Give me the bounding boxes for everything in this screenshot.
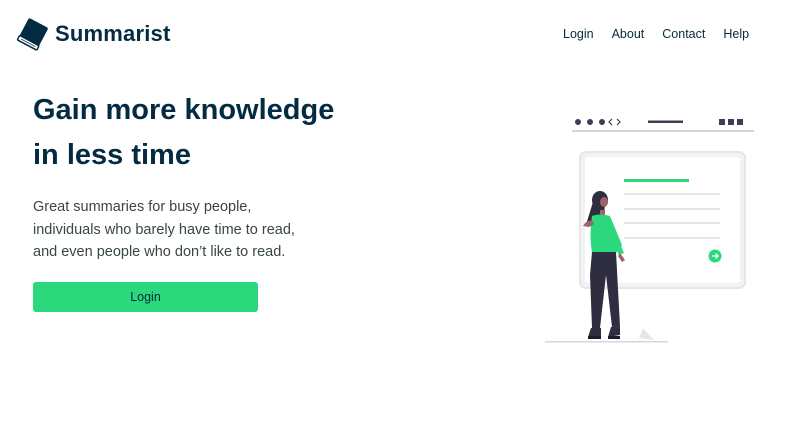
hero-title-line: Gain more knowledge — [33, 94, 335, 126]
nav-contact-link[interactable]: Contact — [662, 27, 705, 41]
hero-subtitle-line: individuals who barely have time to read… — [33, 221, 295, 238]
book-icon — [16, 18, 48, 51]
hero-subtitle-line: Great summaries for busy people, — [33, 199, 252, 215]
hero-title: Gain more knowledge in less time — [33, 88, 393, 178]
nav-links: Login About Contact Help — [563, 27, 767, 41]
nav-about-link[interactable]: About — [612, 27, 645, 41]
nav-help-link[interactable]: Help — [723, 27, 749, 41]
login-button[interactable]: Login — [33, 282, 258, 312]
hero-title-line: in less time — [33, 139, 191, 171]
brand-name: Summarist — [55, 21, 171, 46]
hero-subtitle: Great summaries for busy people, individ… — [33, 196, 333, 264]
logo[interactable]: Summarist — [16, 16, 171, 52]
landing-page: Summarist Login About Contact Help Gain … — [0, 0, 799, 422]
woman-reading-screen-illustration — [545, 118, 754, 343]
browser-bar — [572, 118, 754, 132]
nav-login-link[interactable]: Login — [563, 27, 594, 41]
hero-subtitle-line: and even people who don’t like to read. — [33, 244, 286, 260]
top-nav: Summarist Login About Contact Help — [0, 0, 799, 70]
